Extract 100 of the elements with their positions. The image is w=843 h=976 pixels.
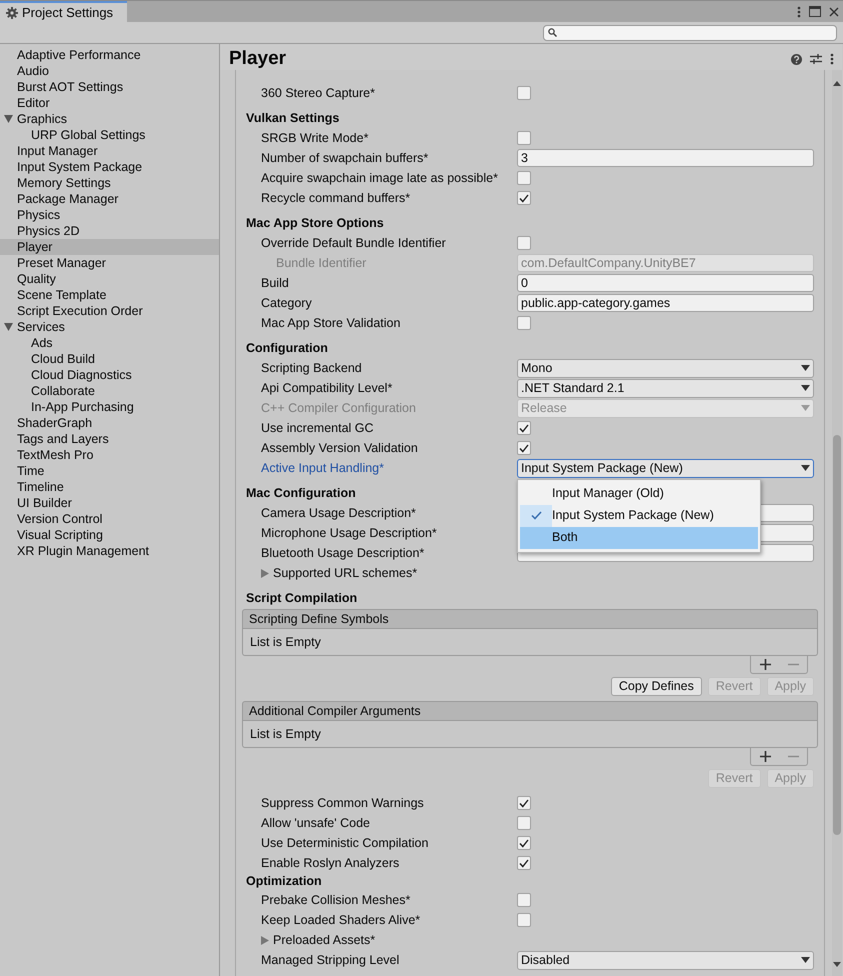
section-heading: Mac App Store Options xyxy=(246,214,384,232)
sliders-icon[interactable] xyxy=(810,53,822,65)
checkbox[interactable] xyxy=(517,913,531,927)
sidebar-item[interactable]: Memory Settings xyxy=(0,175,219,191)
sidebar-item[interactable]: Quality xyxy=(0,271,219,287)
search-field[interactable] xyxy=(543,24,837,40)
field-label: Microphone Usage Description* xyxy=(260,524,438,542)
sidebar-item[interactable]: URP Global Settings xyxy=(0,127,219,143)
sidebar-item[interactable]: Version Control xyxy=(0,511,219,527)
foldout[interactable]: Preloaded Assets* xyxy=(246,930,376,950)
sidebar-item[interactable]: Time xyxy=(0,463,219,479)
maximize-icon[interactable] xyxy=(809,6,821,17)
close-icon[interactable] xyxy=(829,6,839,16)
field-label: Enable Roslyn Analyzers xyxy=(260,854,400,872)
sidebar-item[interactable]: Graphics xyxy=(0,111,219,127)
field-label: Recycle command buffers* xyxy=(260,190,412,207)
sidebar-item[interactable]: Timeline xyxy=(0,479,219,495)
sidebar-item[interactable]: UI Builder xyxy=(0,495,219,511)
checkmark-icon xyxy=(530,511,542,520)
sidebar-item[interactable]: Input System Package xyxy=(0,159,219,175)
field-label: Use Deterministic Compilation xyxy=(260,834,430,852)
field-label: Category xyxy=(260,294,313,312)
sidebar-item[interactable]: Editor xyxy=(0,95,219,111)
section-heading: Optimization xyxy=(246,873,322,890)
checkbox[interactable] xyxy=(517,816,531,830)
sidebar-item[interactable]: Input Manager xyxy=(0,143,219,159)
foldout[interactable]: Supported URL schemes* xyxy=(246,564,418,582)
plus-icon[interactable] xyxy=(760,659,770,670)
more-icon[interactable] xyxy=(830,53,834,65)
sidebar-item[interactable]: Services xyxy=(0,319,219,335)
more-icon[interactable] xyxy=(797,6,801,18)
section-heading: Configuration xyxy=(246,340,328,357)
dropdown-caret-icon xyxy=(801,365,810,371)
help-icon[interactable] xyxy=(791,54,802,64)
checkbox[interactable] xyxy=(517,236,531,250)
field-label: Managed Stripping Level xyxy=(260,952,400,969)
collapsed-arrow-icon xyxy=(261,936,269,944)
sidebar-item[interactable]: Physics xyxy=(0,207,219,223)
checkbox[interactable] xyxy=(517,893,531,907)
checkbox[interactable] xyxy=(517,796,531,810)
field-label: Camera Usage Description* xyxy=(260,504,417,522)
checkbox[interactable] xyxy=(517,191,531,205)
sidebar-item[interactable]: ShaderGraph xyxy=(0,415,219,431)
sidebar-item[interactable]: In-App Purchasing xyxy=(0,399,219,415)
button[interactable]: Copy Defines xyxy=(610,677,702,696)
checkbox[interactable] xyxy=(517,316,531,330)
list-header: Additional Compiler Arguments xyxy=(242,701,818,721)
expanded-arrow-icon[interactable] xyxy=(4,323,13,331)
menu-option[interactable]: Input System Package (New) xyxy=(520,504,758,526)
checkbox[interactable] xyxy=(517,441,531,455)
text-field[interactable]: 3 xyxy=(517,149,814,167)
field-label: Active Input Handling* xyxy=(260,460,385,477)
scroll-up-icon[interactable] xyxy=(833,80,841,86)
dropdown[interactable]: Disabled xyxy=(517,950,814,970)
sidebar-item[interactable]: Tags and Layers xyxy=(0,431,219,447)
empty-list-text: List is Empty xyxy=(250,726,321,743)
checkbox[interactable] xyxy=(517,836,531,850)
sidebar-item[interactable]: Ads xyxy=(0,335,219,351)
checkbox[interactable] xyxy=(517,131,531,145)
sidebar-item[interactable]: Collaborate xyxy=(0,383,219,399)
field-label: C++ Compiler Configuration xyxy=(260,400,417,417)
sidebar-item[interactable]: Preset Manager xyxy=(0,255,219,271)
text-field[interactable]: 0 xyxy=(517,274,814,292)
checkbox[interactable] xyxy=(517,171,531,185)
dropdown-caret-icon xyxy=(801,385,810,391)
sidebar-item[interactable]: Cloud Build xyxy=(0,351,219,367)
menu-option[interactable]: Input Manager (Old) xyxy=(520,482,758,504)
expanded-arrow-icon[interactable] xyxy=(4,115,13,123)
checkbox[interactable] xyxy=(517,856,531,870)
sidebar-item[interactable]: Burst AOT Settings xyxy=(0,79,219,95)
dropdown[interactable]: Mono xyxy=(517,358,814,378)
sidebar-item[interactable]: Scene Template xyxy=(0,287,219,303)
sidebar-item[interactable]: Script Execution Order xyxy=(0,303,219,319)
sidebar-item[interactable]: Cloud Diagnostics xyxy=(0,367,219,383)
sidebar-item[interactable]: Physics 2D xyxy=(0,223,219,239)
sidebar-item[interactable]: Player xyxy=(0,239,219,255)
section-heading: Mac Configuration xyxy=(246,484,356,502)
checkbox[interactable] xyxy=(517,421,531,435)
field-label: Scripting Backend xyxy=(260,360,363,377)
page-title: Player xyxy=(228,48,286,70)
field-label: SRGB Write Mode* xyxy=(260,130,370,147)
text-field[interactable]: public.app-category.games xyxy=(517,294,814,312)
sidebar-item[interactable]: Audio xyxy=(0,63,219,79)
field-label: Mac App Store Validation xyxy=(260,314,402,332)
scroll-down-icon[interactable] xyxy=(833,962,841,968)
scrollbar-thumb[interactable] xyxy=(833,435,841,835)
dropdown[interactable]: .NET Standard 2.1 xyxy=(517,378,814,398)
gear-icon xyxy=(6,6,18,18)
plus-icon[interactable] xyxy=(760,751,770,762)
menu-option[interactable]: Both xyxy=(520,526,758,548)
sidebar-item[interactable]: XR Plugin Management xyxy=(0,543,219,559)
sidebar-item[interactable]: Package Manager xyxy=(0,191,219,207)
field-label: Assembly Version Validation xyxy=(260,440,419,457)
window-tab[interactable]: Project Settings xyxy=(0,1,127,22)
field-label: Acquire swapchain image late as possible* xyxy=(260,170,499,187)
sidebar-item[interactable]: TextMesh Pro xyxy=(0,447,219,463)
scrollbar[interactable] xyxy=(832,70,842,976)
checkbox[interactable] xyxy=(517,86,531,100)
sidebar-item[interactable]: Adaptive Performance xyxy=(0,47,219,63)
sidebar-item[interactable]: Visual Scripting xyxy=(0,527,219,543)
